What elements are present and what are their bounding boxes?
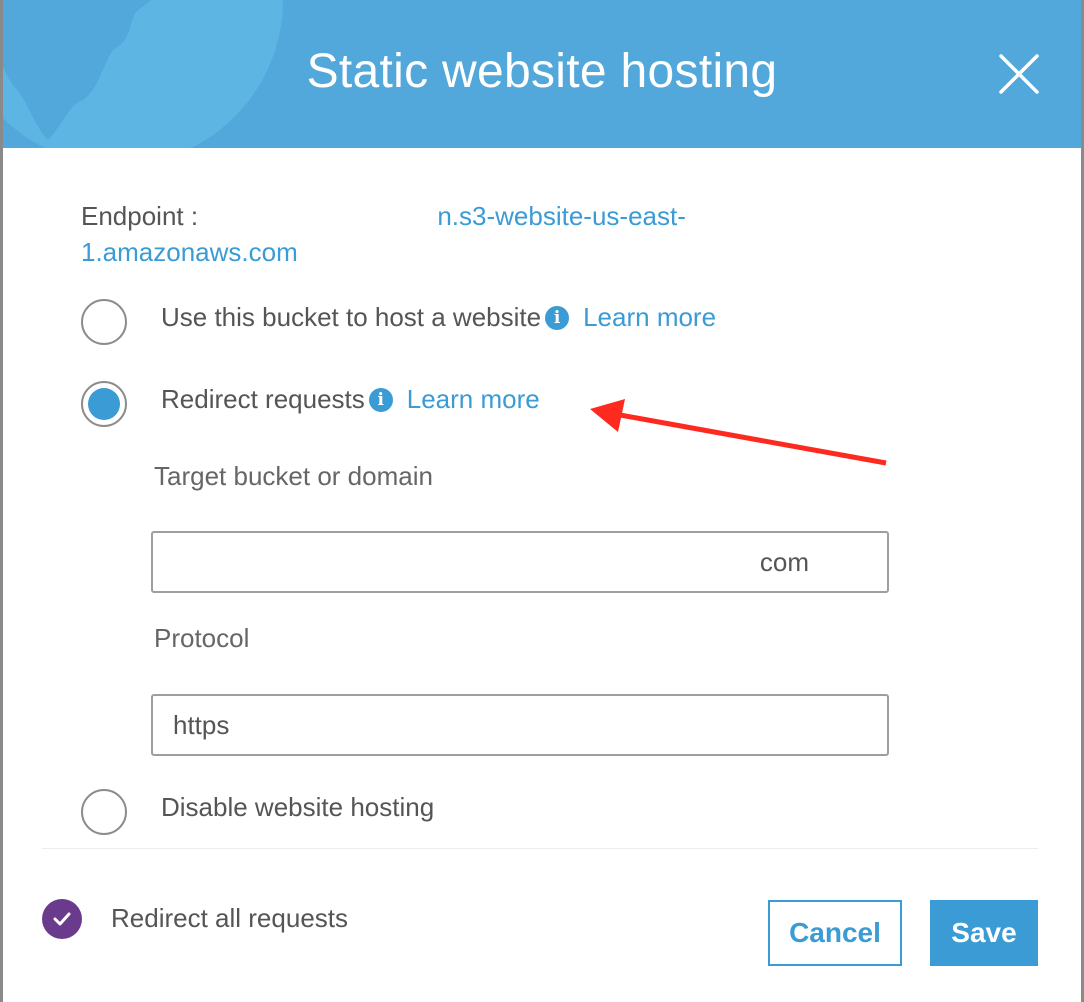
dialog-title: Static website hosting [306, 45, 778, 98]
divider [42, 848, 1038, 849]
info-icon[interactable]: i [545, 306, 570, 330]
radio-host-website[interactable] [81, 299, 127, 345]
target-bucket-input[interactable]: com [151, 531, 889, 593]
endpoint-label: Endpoint : [81, 201, 199, 231]
protocol-label: Protocol [154, 623, 250, 653]
target-bucket-label: Target bucket or domain [154, 461, 433, 491]
learn-more-link[interactable]: Learn more [583, 302, 716, 332]
dialog-header: Static website hosting [3, 0, 1081, 148]
option-disable-hosting: Disable website hosting [161, 792, 435, 822]
radio-disable-hosting[interactable] [81, 789, 127, 835]
option-host-website: Use this bucket to host a website i Learn … [161, 302, 717, 332]
cancel-button[interactable]: Cancel [768, 900, 902, 966]
status-label: Redirect all requests [111, 903, 348, 933]
option-redirect-requests: Redirect requests i Learn more [161, 384, 540, 414]
endpoint: Endpoint : n.s3-website-us-east- 1.amazon… [81, 198, 821, 270]
protocol-input[interactable]: https [151, 694, 889, 756]
status-badge [42, 899, 82, 939]
check-icon [53, 912, 71, 926]
close-icon[interactable] [997, 52, 1041, 96]
learn-more-link[interactable]: Learn more [407, 384, 540, 414]
annotation-arrow [590, 399, 887, 466]
radio-redirect-requests[interactable] [81, 381, 127, 427]
window-frame-left [0, 0, 3, 1002]
save-button[interactable]: Save [930, 900, 1038, 966]
info-icon[interactable]: i [368, 388, 393, 412]
